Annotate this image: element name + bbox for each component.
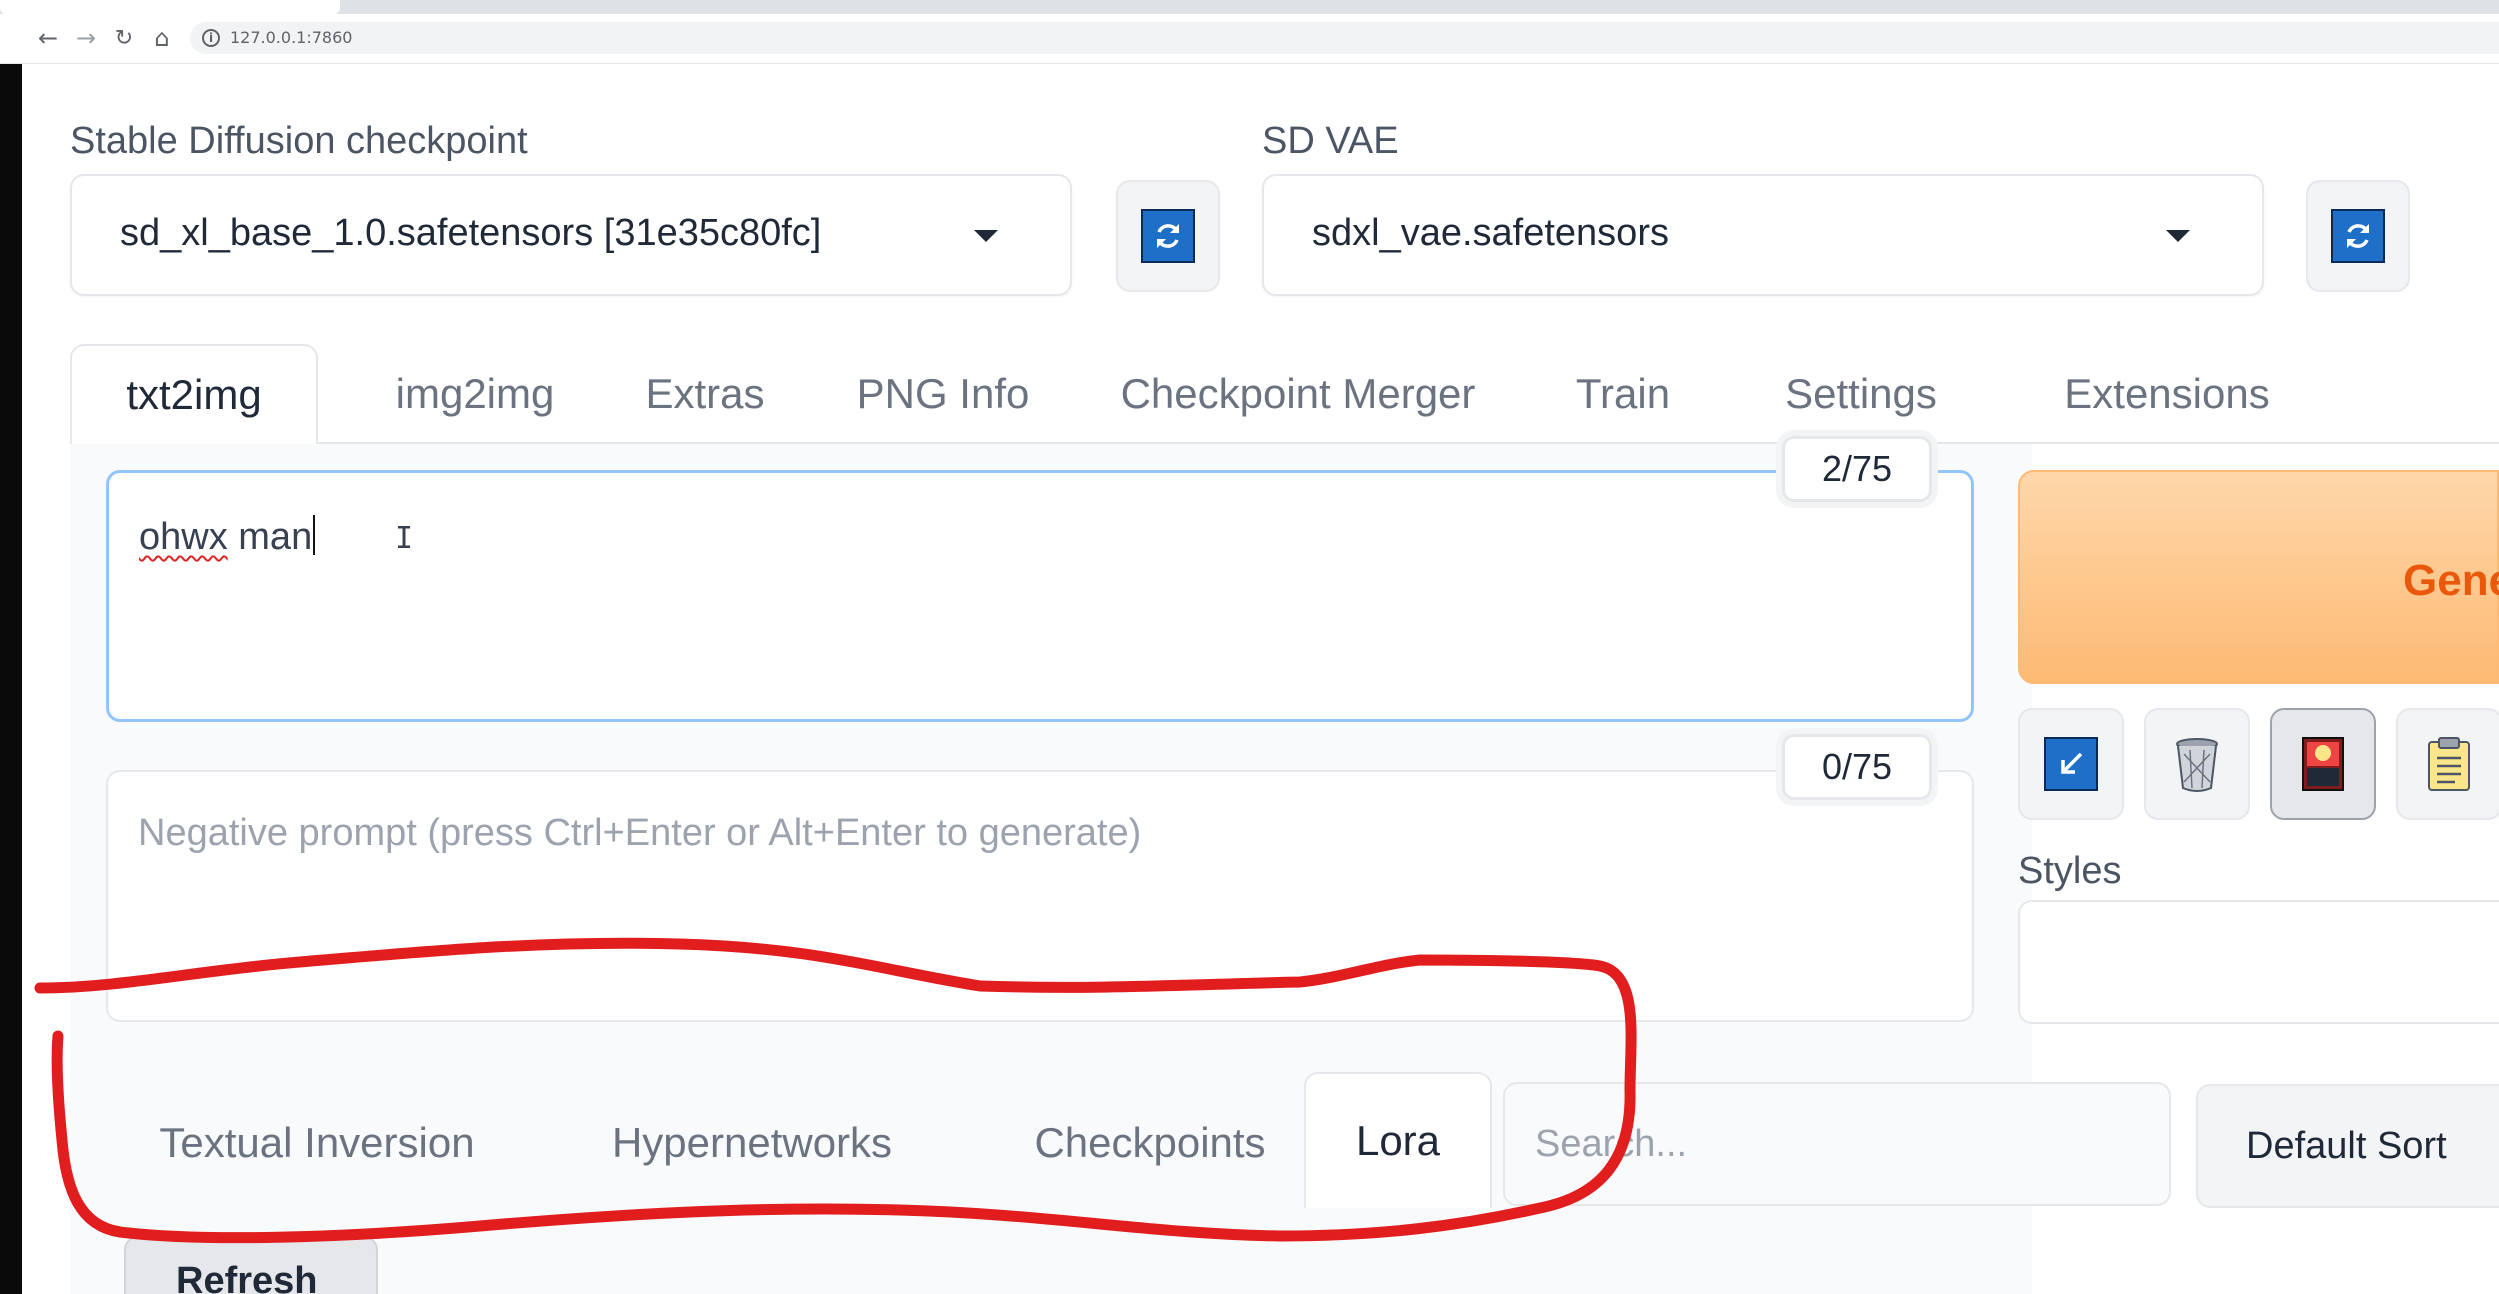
refresh-vae-button[interactable] — [2306, 180, 2410, 292]
tab-checkpoints[interactable]: Checkpoints — [1000, 1078, 1300, 1208]
vae-value: sdxl_vae.safetensors — [1312, 212, 1669, 254]
home-icon[interactable]: ⌂ — [148, 24, 176, 52]
tab-checkpoint-merger[interactable]: Checkpoint Merger — [1098, 344, 1498, 444]
main-tabs: txt2img img2img Extras PNG Info Checkpoi… — [70, 344, 2499, 446]
tab-png-info[interactable]: PNG Info — [838, 344, 1048, 444]
tab-lora[interactable]: Lora — [1304, 1072, 1492, 1208]
negative-token-counter: 0/75 — [1782, 734, 1932, 800]
checkpoint-value: sd_xl_base_1.0.safetensors [31e35c80fc] — [120, 212, 822, 254]
tab-extras[interactable]: Extras — [630, 344, 780, 444]
tab-settings[interactable]: Settings — [1756, 344, 1966, 444]
browser-tab-strip — [0, 0, 2499, 14]
info-icon[interactable]: i — [202, 29, 220, 47]
search-field[interactable] — [1503, 1082, 2171, 1206]
webui-app: Stable Diffusion checkpoint sd_xl_base_1… — [22, 64, 2499, 1294]
refresh-button[interactable]: Refresh — [124, 1236, 378, 1294]
chevron-down-icon — [974, 230, 998, 242]
ibeam-cursor-icon: I — [395, 521, 414, 556]
refresh-icon — [2331, 209, 2385, 263]
read-params-button[interactable] — [2018, 708, 2124, 820]
forward-icon[interactable]: → — [72, 24, 100, 52]
tab-img2img[interactable]: img2img — [370, 344, 580, 444]
address-bar[interactable]: i 127.0.0.1:7860 — [190, 22, 2499, 54]
refresh-checkpoint-button[interactable] — [1116, 180, 1220, 292]
styles-label: Styles — [2018, 850, 2122, 892]
prompt-token-counter: 2/75 — [1782, 436, 1932, 502]
prompt-word: man — [227, 516, 313, 558]
left-dark-strip — [0, 64, 22, 1294]
arrow-icon — [2044, 737, 2098, 791]
apply-style-button[interactable] — [2396, 708, 2499, 820]
show-extra-networks-button[interactable] — [2270, 708, 2376, 820]
tab-train[interactable]: Train — [1548, 344, 1698, 444]
checkpoint-label: Stable Diffusion checkpoint — [70, 120, 528, 162]
generate-button[interactable]: Gene — [2018, 470, 2499, 684]
prompt-word-misspelled: ohwx — [139, 516, 228, 558]
clear-prompt-button[interactable] — [2144, 708, 2250, 820]
url-text: 127.0.0.1:7860 — [230, 28, 353, 47]
trash-icon — [2176, 738, 2218, 792]
text-caret — [313, 515, 316, 555]
tab-txt2img[interactable]: txt2img — [70, 344, 318, 446]
styles-dropdown[interactable] — [2018, 900, 2499, 1024]
image-icon — [2302, 737, 2344, 791]
negative-prompt-input[interactable]: Negative prompt (press Ctrl+Enter or Alt… — [106, 770, 1974, 1022]
back-icon[interactable]: ← — [34, 24, 62, 52]
search-input[interactable] — [1505, 1084, 2169, 1204]
tab-textual-inversion[interactable]: Textual Inversion — [152, 1078, 482, 1208]
vae-label: SD VAE — [1262, 120, 1399, 162]
prompt-text: ohwx man — [139, 515, 316, 559]
checkpoint-dropdown[interactable]: sd_xl_base_1.0.safetensors [31e35c80fc] — [70, 174, 1072, 296]
tab-hypernetworks[interactable]: Hypernetworks — [582, 1078, 922, 1208]
vae-dropdown[interactable]: sdxl_vae.safetensors — [1262, 174, 2264, 296]
prompt-input[interactable]: ohwx man I — [106, 470, 1974, 722]
negative-prompt-placeholder: Negative prompt (press Ctrl+Enter or Alt… — [138, 812, 1142, 854]
generate-label: Gene — [2403, 556, 2499, 605]
browser-toolbar: ← → ↻ ⌂ i 127.0.0.1:7860 — [0, 14, 2499, 64]
tab-extensions[interactable]: Extensions — [2022, 344, 2312, 444]
clipboard-icon — [2428, 737, 2470, 791]
reload-icon[interactable]: ↻ — [110, 24, 138, 52]
sort-button[interactable]: Default Sort — [2196, 1084, 2499, 1208]
refresh-icon — [1141, 209, 1195, 263]
browser-tab[interactable] — [0, 0, 340, 14]
chevron-down-icon — [2166, 230, 2190, 242]
